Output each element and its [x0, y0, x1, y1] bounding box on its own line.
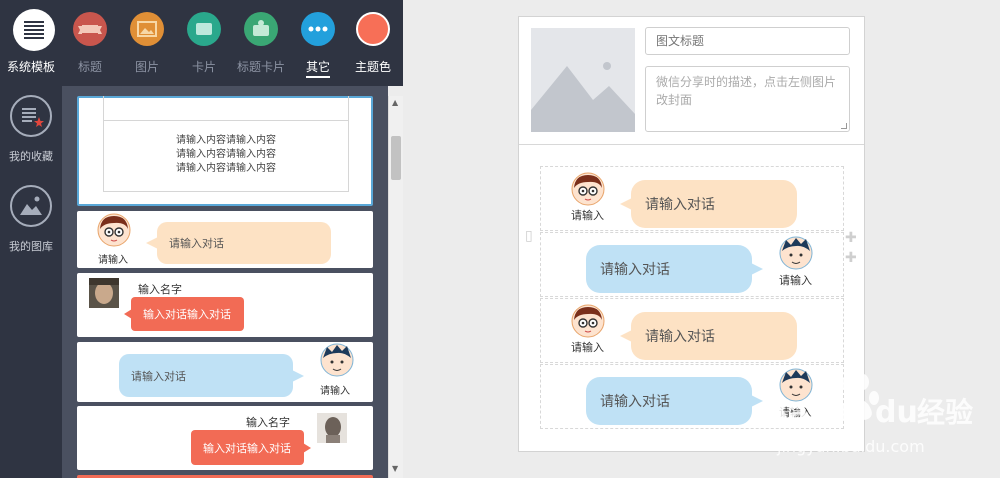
- dialog-row[interactable]: 请输入对话 请输入: [540, 232, 844, 297]
- avatar-label: 请输入: [779, 274, 812, 287]
- list-icon: [13, 9, 55, 51]
- baidu-jingyan-watermark: Bai du 经验 jingyan.baidu.com: [765, 374, 973, 456]
- banner-icon: [73, 12, 107, 46]
- image-placeholder-icon: [531, 62, 635, 132]
- chat-name: 输入名字: [246, 416, 290, 429]
- dialog-row[interactable]: 请输入 请输入对话: [540, 166, 844, 231]
- move-icon[interactable]: ✚: [845, 230, 857, 246]
- boy-avatar-icon: [779, 236, 813, 270]
- scroll-up-icon[interactable]: ▲: [392, 98, 398, 107]
- cover-image-placeholder[interactable]: [531, 28, 635, 132]
- tool-label: 系统模板: [6, 60, 55, 74]
- scroll-thumb[interactable]: [391, 136, 401, 180]
- chat-bubble: 输入对话输入对话: [191, 430, 311, 465]
- tool-card[interactable]: 卡片: [176, 0, 232, 86]
- avatar-label: 请输入: [320, 386, 350, 397]
- tool-image[interactable]: 图片: [119, 0, 175, 86]
- dialog-bubble[interactable]: 请输入对话: [620, 312, 797, 360]
- preview-header: 微信分享时的描述，点击左侧图片改封面: [519, 17, 864, 145]
- dialog-row[interactable]: 请输入 请输入对话: [540, 298, 844, 363]
- title-input[interactable]: [645, 27, 850, 55]
- template-card-text[interactable]: 请输入内容请输入内容 请输入内容请输入内容 请输入内容请输入内容: [77, 96, 373, 206]
- text-frame: 请输入内容请输入内容 请输入内容请输入内容 请输入内容请输入内容: [103, 96, 349, 192]
- move-icon[interactable]: ✚: [845, 250, 857, 266]
- portrait-photo: [89, 278, 119, 308]
- chat-bubble: 请输入对话: [146, 222, 331, 264]
- sidebar-item-favorites[interactable]: 我的收藏: [0, 86, 62, 176]
- dialog-bubble[interactable]: 请输入对话: [586, 245, 763, 293]
- template-card-chat-name-right[interactable]: 输入名字 输入对话输入对话: [77, 406, 373, 470]
- title-card-icon: [244, 12, 278, 46]
- template-text: 请输入内容请输入内容 请输入内容请输入内容 请输入内容请输入内容: [176, 135, 276, 174]
- template-card-chat-name-left[interactable]: 输入名字 输入对话输入对话: [77, 273, 373, 337]
- girl-avatar-icon: [571, 304, 605, 338]
- tool-label: 主题色: [354, 60, 391, 74]
- dialog-bubble[interactable]: 请输入对话: [586, 377, 763, 425]
- watermark-cn: 经验: [917, 396, 973, 429]
- drag-handle-icon[interactable]: ▯: [525, 228, 533, 244]
- chat-name: 输入名字: [138, 283, 182, 296]
- chat-bubble: 输入对话输入对话: [124, 297, 244, 331]
- favorites-icon: [10, 95, 52, 137]
- tool-label: 其它: [305, 60, 330, 78]
- sidebar-item-label: 我的图库: [9, 240, 53, 253]
- card-icon: [187, 12, 221, 46]
- avatar-label: 请输入: [98, 255, 128, 266]
- tool-label: 标题卡片: [236, 60, 285, 74]
- tool-title-card[interactable]: 标题卡片: [233, 0, 289, 86]
- tool-system-templates[interactable]: 系统模板: [3, 0, 59, 86]
- avatar-label: 请输入: [571, 209, 604, 222]
- gallery-icon: [10, 185, 52, 227]
- resize-handle-icon[interactable]: [841, 123, 847, 129]
- chat-bubble: 请输入对话: [119, 354, 304, 397]
- girl-avatar-icon: [97, 213, 131, 247]
- portrait-photo: [317, 413, 347, 443]
- template-card-chat-right[interactable]: 请输入对话 请输入: [77, 342, 373, 402]
- tool-label: 标题: [77, 60, 102, 74]
- tool-label: 图片: [134, 60, 159, 74]
- sidebar: 我的收藏 我的图库: [0, 86, 62, 478]
- tool-label: 卡片: [191, 60, 216, 74]
- sidebar-item-label: 我的收藏: [9, 150, 53, 163]
- boy-avatar-icon: [320, 343, 354, 377]
- sidebar-item-gallery[interactable]: 我的图库: [0, 176, 62, 266]
- template-card-chat-left[interactable]: 请输入 请输入对话: [77, 211, 373, 268]
- top-toolbar: 系统模板 标题 图片 卡片 标题卡片 其它 主题色: [0, 0, 403, 86]
- tool-theme-color[interactable]: 主题色: [345, 0, 401, 86]
- watermark-brand: Bai: [765, 395, 818, 430]
- description-placeholder: 微信分享时的描述，点击左侧图片改封面: [656, 75, 837, 107]
- girl-avatar-icon: [571, 172, 605, 206]
- tool-title[interactable]: 标题: [62, 0, 118, 86]
- watermark-url: jingyan.baidu.com: [776, 437, 925, 456]
- avatar-label: 请输入: [571, 341, 604, 354]
- more-icon: [301, 12, 335, 46]
- image-icon: [130, 12, 164, 46]
- scroll-down-icon[interactable]: ▼: [392, 464, 398, 473]
- watermark-brand-du: du: [875, 395, 918, 430]
- theme-color-icon: [356, 12, 390, 46]
- template-list: 请输入内容请输入内容 请输入内容请输入内容 请输入内容请输入内容 请输入 请输入…: [62, 86, 388, 478]
- tool-other[interactable]: 其它: [290, 0, 346, 86]
- dialog-bubble[interactable]: 请输入对话: [620, 180, 797, 228]
- description-textarea[interactable]: 微信分享时的描述，点击左侧图片改封面: [645, 66, 850, 132]
- template-list-scrollbar[interactable]: ▲ ▼: [388, 96, 403, 478]
